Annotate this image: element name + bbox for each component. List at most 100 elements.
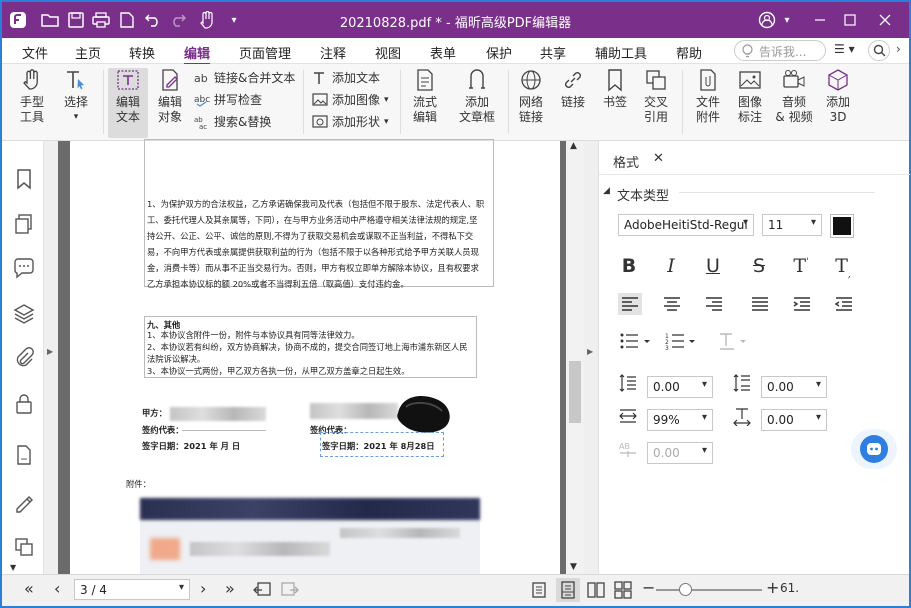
content-panel-icon[interactable] — [13, 536, 35, 558]
security-panel-icon[interactable] — [13, 393, 35, 415]
search-replace-button[interactable]: ab ac 搜索&替换 — [194, 113, 271, 130]
scroll-thumb[interactable] — [569, 361, 581, 423]
expand-right-icon[interactable]: ▶ — [587, 347, 593, 356]
last-page-icon[interactable]: » — [225, 579, 235, 598]
page-number-input[interactable]: 3 / 4 — [74, 579, 190, 600]
add-textframe-button[interactable]: 添加 文章框 — [454, 68, 500, 125]
zoom-slider[interactable] — [656, 589, 762, 591]
single-page-view-icon[interactable] — [530, 581, 548, 599]
bullet-list-icon[interactable] — [618, 331, 654, 351]
two-page-view-icon[interactable] — [587, 581, 605, 599]
add-3d-button[interactable]: 添加 3D — [818, 68, 858, 125]
spellcheck-button[interactable]: abc 拼写检查 — [194, 91, 262, 108]
menu-protect[interactable]: 保护 — [486, 43, 512, 62]
previous-view-icon[interactable] — [252, 581, 272, 599]
align-right-icon[interactable] — [702, 293, 726, 315]
comments-panel-icon[interactable] — [13, 257, 35, 279]
edit-text-button[interactable]: 编辑 文本 — [108, 68, 148, 138]
zoom-slider-thumb[interactable] — [679, 583, 692, 596]
numbered-list-icon[interactable]: 123 — [665, 331, 701, 351]
align-left-icon[interactable] — [618, 293, 642, 315]
pdf-page[interactable]: 1、为保护双方的合法权益，乙方承诺确保我司及代表（包括但不限于股东、法定代表人、… — [70, 139, 560, 574]
account-dropdown-icon[interactable]: ▾ — [777, 10, 797, 30]
attachment-image-redacted[interactable] — [140, 498, 480, 574]
maximize-icon[interactable] — [840, 10, 860, 30]
link-button[interactable]: 链接 — [556, 68, 590, 110]
outdent-icon[interactable] — [832, 293, 856, 315]
web-link-button[interactable]: 网络 链接 — [510, 68, 552, 125]
bookmark-button[interactable]: 书签 — [598, 68, 632, 110]
search-input[interactable]: 告诉我... — [734, 40, 826, 61]
character-spacing-select[interactable]: 0.00 — [761, 409, 827, 431]
menu-file[interactable]: 文件 — [22, 43, 48, 62]
edit-object-button[interactable]: 编辑 对象 — [150, 68, 190, 125]
select-dropdown-icon[interactable]: ▾ — [58, 110, 94, 125]
zoom-out-icon[interactable]: − — [642, 578, 655, 597]
next-page-icon[interactable]: › — [200, 579, 206, 598]
menu-home[interactable]: 主页 — [75, 43, 101, 62]
next-view-icon[interactable] — [280, 581, 300, 599]
horizontal-scale-icon[interactable] — [618, 406, 638, 426]
menu-convert[interactable]: 转换 — [129, 43, 155, 62]
close-tab-icon[interactable]: ✕ — [653, 151, 664, 166]
add-image-button[interactable]: 添加图像 ▾ — [312, 91, 389, 108]
menu-edit[interactable]: 编辑 — [184, 43, 211, 65]
indent-icon[interactable] — [790, 293, 814, 315]
document-viewport[interactable]: 1、为保护双方的合法权益，乙方承诺确保我司及代表（包括但不限于股东、法定代表人、… — [58, 139, 566, 574]
align-center-icon[interactable] — [660, 293, 684, 315]
text-block-section9[interactable]: 九、其他 1、本协议含附件一份，附件与本协议具有同等法律效力。 2、本协议若有纠… — [144, 316, 477, 378]
line-spacing-select[interactable]: 0.00 — [647, 376, 713, 398]
hand-tool-button[interactable]: 手型 工具 — [14, 68, 50, 125]
font-color-picker[interactable] — [830, 214, 854, 238]
assistant-float-button[interactable] — [851, 429, 897, 469]
document-panel-icon[interactable] — [13, 444, 35, 466]
subscript-icon[interactable]: T, — [832, 255, 854, 280]
document-scrollbar[interactable]: ▲ ▼ — [566, 141, 584, 574]
attachments-panel-icon[interactable] — [13, 347, 35, 369]
menu-help[interactable]: 帮助 — [676, 43, 702, 62]
select-tool-button[interactable]: 选择 ▾ — [58, 68, 94, 125]
align-justify-icon[interactable] — [748, 293, 772, 315]
cross-reference-button[interactable]: 交叉 引用 — [638, 68, 674, 125]
minimize-icon[interactable] — [810, 10, 830, 30]
3d-view-icon[interactable]: ☰ ▾ — [834, 42, 855, 56]
horizontal-scale-select[interactable]: 99% — [647, 409, 713, 431]
panel-collapse-icon[interactable]: ▼ — [10, 563, 16, 572]
previous-page-icon[interactable]: ‹ — [54, 579, 60, 598]
two-page-continuous-icon[interactable] — [614, 581, 632, 599]
search-button[interactable] — [868, 40, 890, 61]
zoom-in-icon[interactable]: + — [766, 578, 779, 597]
text-direction-icon[interactable] — [718, 331, 754, 351]
account-icon[interactable] — [757, 10, 777, 30]
menu-view[interactable]: 视图 — [375, 43, 401, 62]
date-b-label[interactable]: 签字日期：2021 年 8月28日 — [322, 438, 435, 454]
add-shape-button[interactable]: 添加形状 ▾ — [312, 113, 389, 130]
baseline-offset-select[interactable]: 0.00 — [647, 442, 713, 464]
image-annotation-button[interactable]: 图像 标注 — [730, 68, 770, 125]
flow-edit-button[interactable]: 流式 编辑 — [405, 68, 445, 125]
layers-panel-icon[interactable] — [13, 303, 35, 325]
tab-format[interactable]: 格式 ✕ — [603, 146, 673, 174]
bookmark-panel-icon[interactable] — [13, 168, 35, 190]
line-spacing-icon[interactable] — [618, 373, 638, 393]
bold-icon[interactable]: B — [618, 255, 640, 277]
add-shape-dropdown-icon[interactable]: ▾ — [384, 117, 389, 127]
menu-form[interactable]: 表单 — [430, 43, 456, 62]
menu-overflow-icon[interactable]: › — [896, 42, 901, 56]
font-family-select[interactable]: AdobeHeitiStd-Regul — [618, 214, 754, 236]
section-collapse-icon[interactable]: ◢ — [603, 186, 610, 196]
menu-share[interactable]: 共享 — [540, 43, 566, 62]
baseline-offset-icon[interactable]: AB — [618, 439, 638, 459]
italic-icon[interactable]: I — [660, 255, 682, 277]
zoom-level[interactable]: 61. — [780, 581, 799, 595]
add-image-dropdown-icon[interactable]: ▾ — [384, 95, 389, 105]
paragraph-spacing-select[interactable]: 0.00 — [761, 376, 827, 398]
right-splitter[interactable]: ▶ — [584, 141, 598, 574]
scroll-down-icon[interactable]: ▼ — [570, 562, 577, 572]
strikethrough-icon[interactable]: S — [748, 255, 770, 277]
menu-page-manage[interactable]: 页面管理 — [239, 43, 291, 62]
link-merge-text-button[interactable]: ab 链接&合并文本 — [194, 69, 295, 86]
left-splitter[interactable]: ▶ — [44, 141, 58, 574]
add-text-button[interactable]: 添加文本 — [312, 69, 380, 86]
page-thumbnails-icon[interactable] — [13, 213, 35, 235]
